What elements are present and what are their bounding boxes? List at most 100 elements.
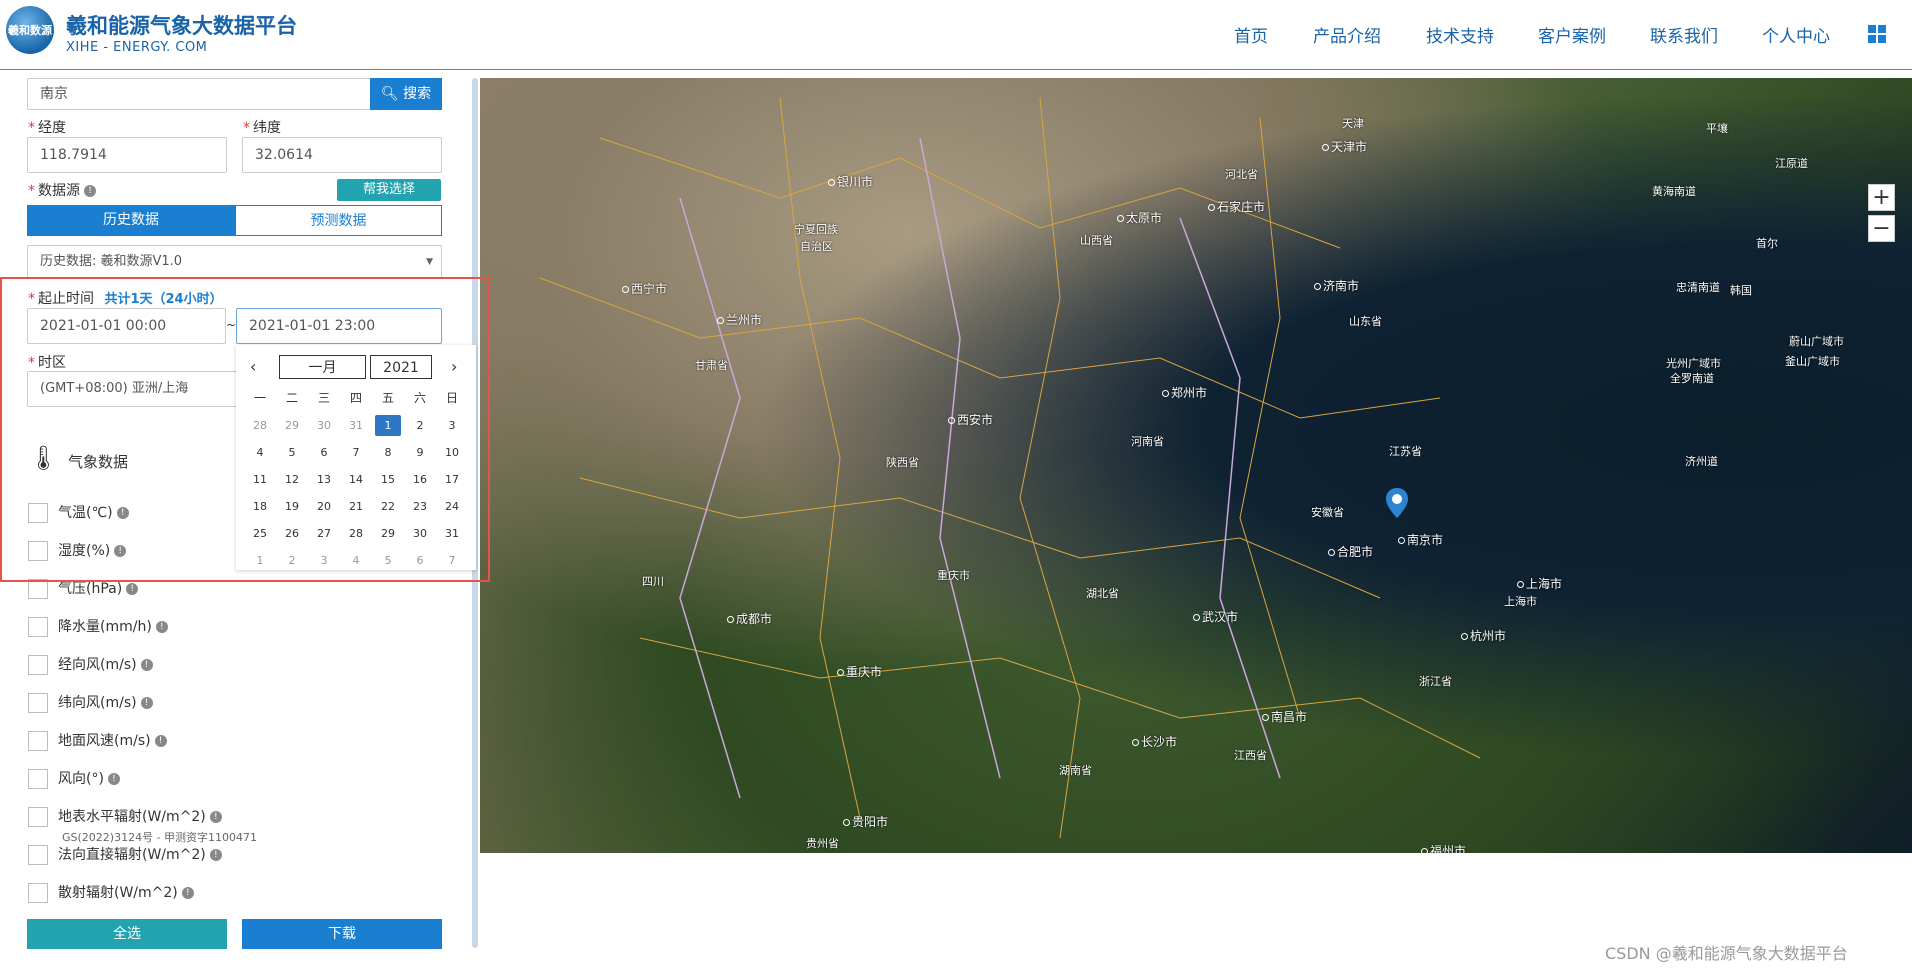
nav-contact[interactable]: 联系我们 <box>1650 22 1718 47</box>
zoom-out-button[interactable]: − <box>1868 215 1895 242</box>
datasource-select[interactable]: 历史数据: 羲和数源V1.0 ▼ <box>27 245 442 279</box>
info-icon[interactable]: ! <box>126 583 139 595</box>
variable-checkbox-row[interactable]: 气压(hPa)! <box>28 578 139 599</box>
calendar-day[interactable]: 7 <box>436 547 468 574</box>
checkbox[interactable] <box>28 731 48 751</box>
calendar-day[interactable]: 21 <box>340 493 372 520</box>
checkbox[interactable] <box>28 693 48 713</box>
calendar-day[interactable]: 3 <box>308 547 340 574</box>
calendar-day[interactable]: 5 <box>276 439 308 466</box>
calendar-day[interactable]: 28 <box>340 520 372 547</box>
calendar-day[interactable]: 29 <box>372 520 404 547</box>
brand-logo[interactable]: 羲和数源 <box>6 6 54 54</box>
calendar-day[interactable]: 20 <box>308 493 340 520</box>
calendar-day[interactable]: 4 <box>340 547 372 574</box>
calendar-day[interactable]: 31 <box>436 520 468 547</box>
calendar-day[interactable]: 8 <box>372 439 404 466</box>
timezone-select[interactable]: (GMT+08:00) 亚洲/上海 <box>27 371 237 407</box>
calendar-day[interactable]: 16 <box>404 466 436 493</box>
info-icon[interactable]: ! <box>107 773 120 785</box>
calendar-day[interactable]: 6 <box>404 547 436 574</box>
location-pin-icon[interactable] <box>1386 488 1408 518</box>
nav-support[interactable]: 技术支持 <box>1426 22 1494 47</box>
calendar-day[interactable]: 31 <box>340 412 372 439</box>
calendar-day[interactable]: 19 <box>276 493 308 520</box>
latitude-input[interactable]: 32.0614 <box>242 137 442 173</box>
calendar-day[interactable]: 4 <box>244 439 276 466</box>
checkbox[interactable] <box>28 807 48 827</box>
checkbox[interactable] <box>28 769 48 789</box>
next-month-icon[interactable]: › <box>451 357 457 376</box>
calendar-day[interactable]: 15 <box>372 466 404 493</box>
zoom-in-button[interactable]: + <box>1868 184 1895 211</box>
checkbox[interactable] <box>28 617 48 637</box>
checkbox[interactable] <box>28 579 48 599</box>
calendar-day[interactable]: 5 <box>372 547 404 574</box>
calendar-day[interactable]: 25 <box>244 520 276 547</box>
calendar-day[interactable]: 2 <box>276 547 308 574</box>
calendar-day[interactable]: 1 <box>244 547 276 574</box>
calendar-day[interactable]: 13 <box>308 466 340 493</box>
checkbox[interactable] <box>28 541 48 561</box>
nav-products[interactable]: 产品介绍 <box>1313 22 1381 47</box>
calendar-day[interactable]: 3 <box>436 412 468 439</box>
checkbox[interactable] <box>28 503 48 523</box>
calendar-day[interactable]: 12 <box>276 466 308 493</box>
info-icon[interactable]: ! <box>154 735 167 747</box>
info-icon[interactable]: ! <box>140 659 153 671</box>
info-icon[interactable]: ! <box>116 507 129 519</box>
variable-checkbox-row[interactable]: 法向直接辐射(W/m^2)! <box>28 844 222 865</box>
apps-grid-icon[interactable] <box>1868 25 1886 43</box>
checkbox[interactable] <box>28 845 48 865</box>
select-all-button[interactable]: 全选 <box>27 919 227 949</box>
calendar-day[interactable]: 28 <box>244 412 276 439</box>
calendar-day[interactable]: 9 <box>404 439 436 466</box>
nav-home[interactable]: 首页 <box>1234 22 1268 47</box>
year-select[interactable]: 2021 <box>370 355 432 379</box>
start-time-input[interactable]: 2021-01-01 00:00 <box>27 308 226 344</box>
calendar-day[interactable]: 2 <box>404 412 436 439</box>
satellite-map[interactable]: 地图 天津市石家庄市太原市银川市西宁市兰州市济南市郑州市西安市合肥市南京市上海市… <box>480 78 1912 853</box>
variable-checkbox-row[interactable]: 风向(°)! <box>28 768 120 789</box>
calendar-day[interactable]: 17 <box>436 466 468 493</box>
variable-checkbox-row[interactable]: 地表水平辐射(W/m^2)! <box>28 806 222 827</box>
calendar-day[interactable]: 11 <box>244 466 276 493</box>
calendar-day[interactable]: 29 <box>276 412 308 439</box>
variable-checkbox-row[interactable]: 地面风速(m/s)! <box>28 730 167 751</box>
prev-month-icon[interactable]: ‹ <box>250 357 256 376</box>
calendar-day[interactable]: 10 <box>436 439 468 466</box>
calendar-day[interactable]: 30 <box>308 412 340 439</box>
nav-user-center[interactable]: 个人中心 <box>1762 22 1830 47</box>
location-search-input[interactable]: 南京 <box>27 78 372 110</box>
calendar-day[interactable]: 7 <box>340 439 372 466</box>
variable-checkbox-row[interactable]: 降水量(mm/h)! <box>28 616 168 637</box>
variable-checkbox-row[interactable]: 湿度(%)! <box>28 540 127 561</box>
search-button[interactable]: 🔍︎ 搜索 <box>370 78 442 110</box>
info-icon[interactable]: ! <box>209 849 222 861</box>
checkbox[interactable] <box>28 883 48 903</box>
variable-checkbox-row[interactable]: 散射辐射(W/m^2)! <box>28 882 194 903</box>
info-icon[interactable]: ! <box>140 697 153 709</box>
calendar-day[interactable]: 27 <box>308 520 340 547</box>
calendar-day[interactable]: 18 <box>244 493 276 520</box>
checkbox[interactable] <box>28 655 48 675</box>
variable-checkbox-row[interactable]: 经向风(m/s)! <box>28 654 153 675</box>
calendar-day[interactable]: 22 <box>372 493 404 520</box>
variable-checkbox-row[interactable]: 气温(℃)! <box>28 502 129 523</box>
info-icon[interactable]: ! <box>155 621 168 633</box>
month-select[interactable]: 一月 <box>279 355 366 379</box>
tab-history-data[interactable]: 历史数据 <box>27 205 235 236</box>
download-button[interactable]: 下载 <box>242 919 442 949</box>
info-icon[interactable]: ! <box>84 185 96 197</box>
calendar-day[interactable]: 14 <box>340 466 372 493</box>
variable-checkbox-row[interactable]: 纬向风(m/s)! <box>28 692 153 713</box>
longitude-input[interactable]: 118.7914 <box>27 137 227 173</box>
info-icon[interactable]: ! <box>181 887 194 899</box>
help-me-choose-button[interactable]: 帮我选择 <box>337 179 441 201</box>
end-time-input[interactable]: 2021-01-01 23:00 <box>236 308 442 344</box>
calendar-day[interactable]: 23 <box>404 493 436 520</box>
calendar-day[interactable]: 6 <box>308 439 340 466</box>
info-icon[interactable]: ! <box>114 545 127 557</box>
info-icon[interactable]: ! <box>209 811 222 823</box>
nav-cases[interactable]: 客户案例 <box>1538 22 1606 47</box>
